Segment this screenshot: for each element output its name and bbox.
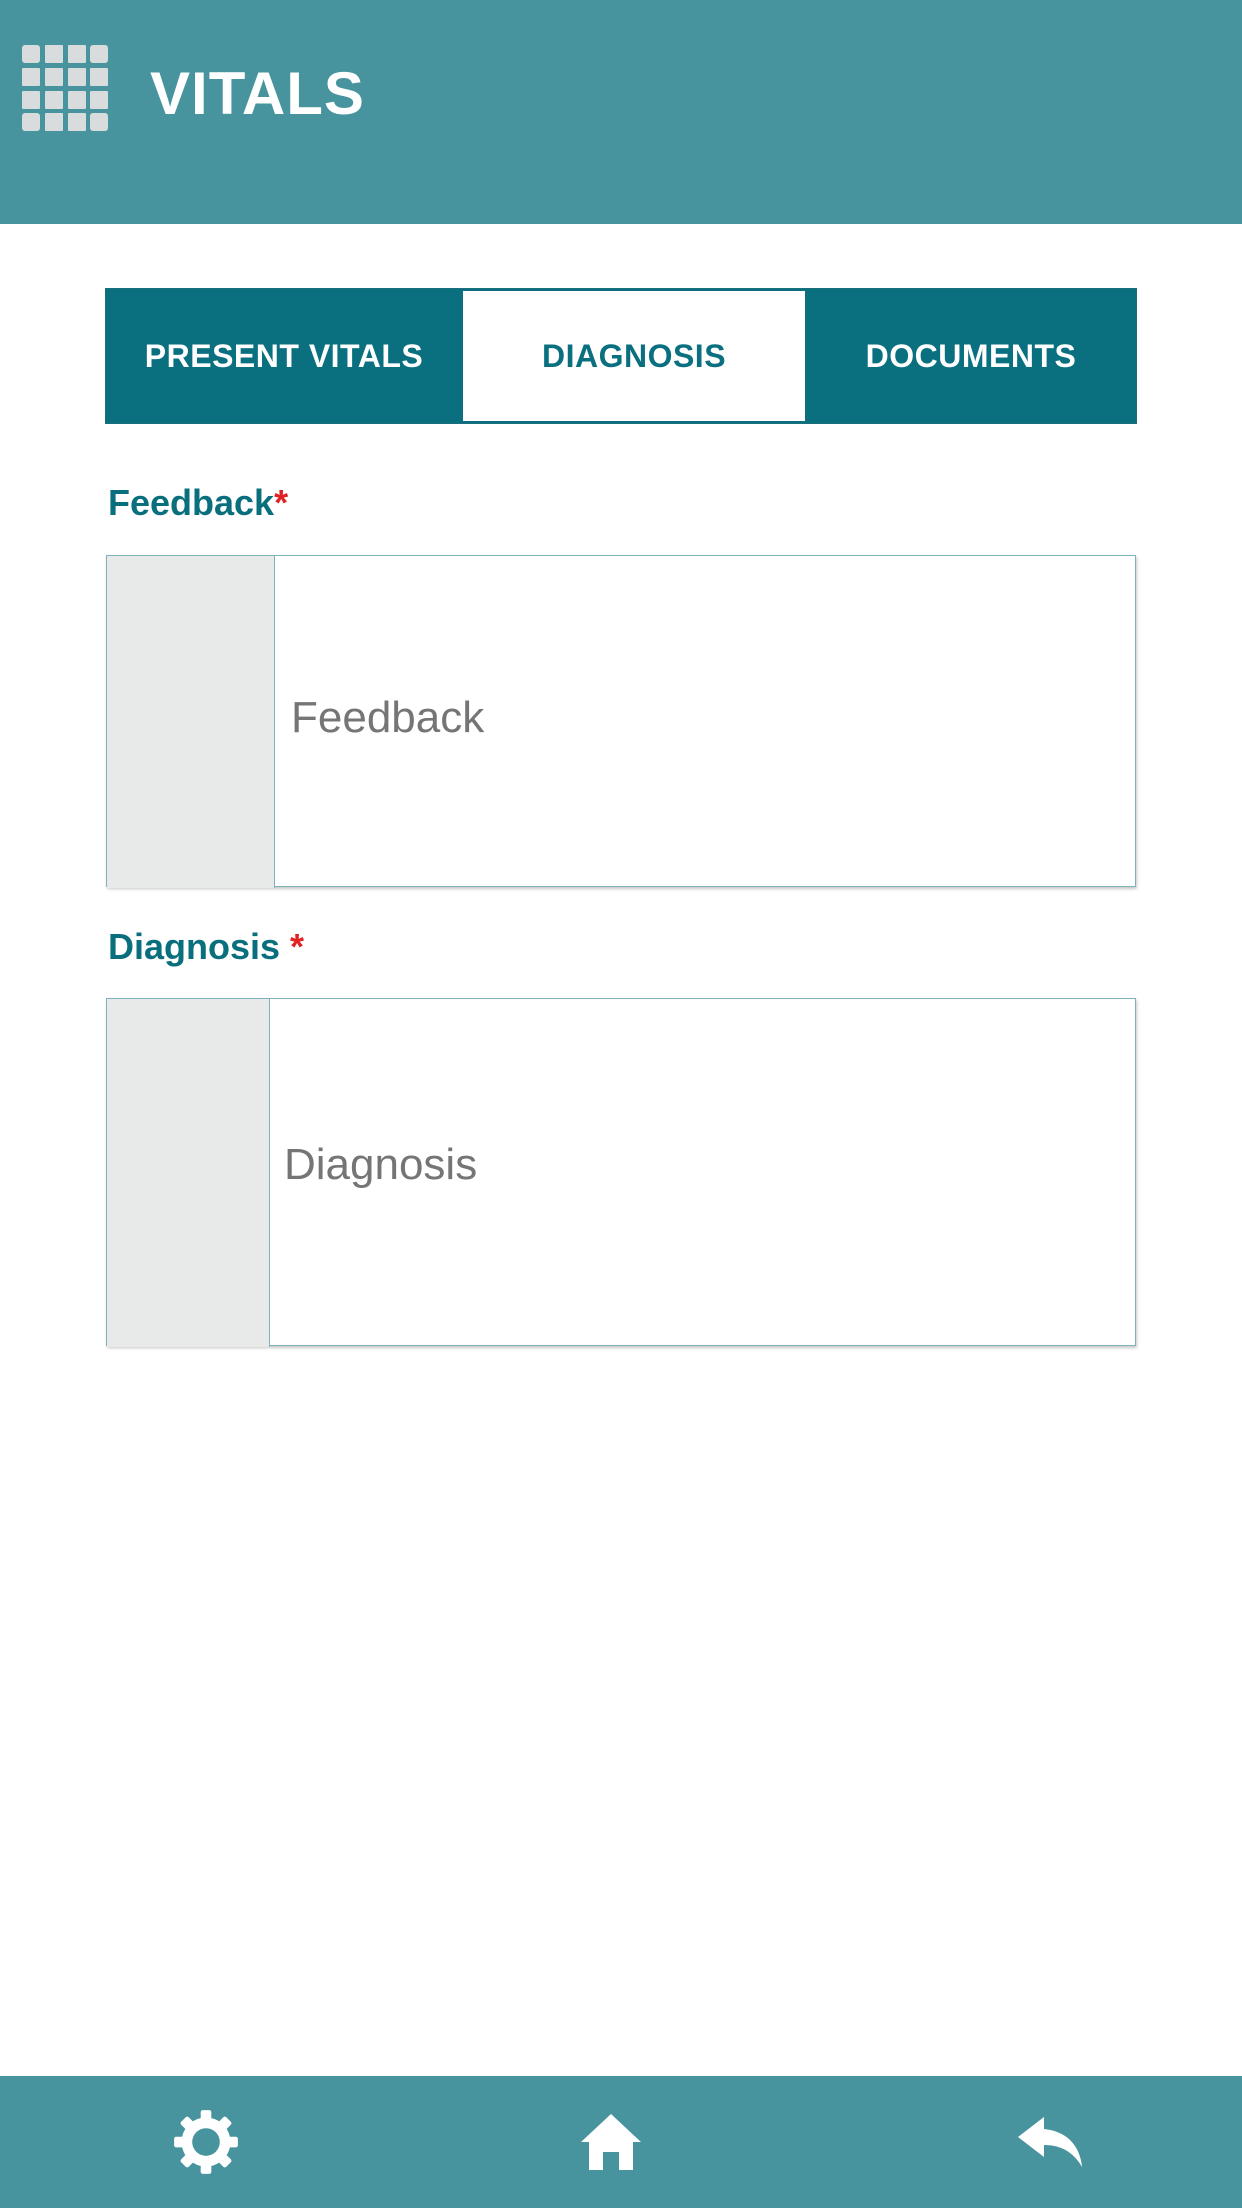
diagnosis-label: Diagnosis *	[108, 925, 304, 969]
grid-menu-icon[interactable]	[22, 45, 108, 131]
diagnosis-field-side-panel	[107, 999, 270, 1347]
diagnosis-label-text: Diagnosis	[108, 926, 291, 967]
reply-back-icon	[1018, 2117, 1082, 2167]
tab-bar: PRESENT VITALS DIAGNOSIS DOCUMENTS	[105, 288, 1137, 424]
tab-documents[interactable]: DOCUMENTS	[806, 289, 1136, 423]
feedback-label-text: Feedback	[108, 482, 275, 523]
diagnosis-input[interactable]	[284, 1139, 1104, 1191]
tab-present-vitals[interactable]: PRESENT VITALS	[106, 289, 462, 423]
diagnosis-field[interactable]	[106, 998, 1136, 1347]
back-button[interactable]	[970, 2076, 1130, 2208]
home-icon	[581, 2114, 641, 2170]
feedback-field-side-panel	[107, 556, 275, 888]
feedback-field[interactable]	[106, 555, 1136, 888]
settings-button[interactable]	[126, 2076, 286, 2208]
feedback-label: Feedback*	[108, 481, 288, 525]
page-title: VITALS	[150, 60, 365, 127]
gear-icon	[174, 2110, 238, 2174]
required-mark: *	[290, 926, 305, 967]
home-button[interactable]	[531, 2076, 691, 2208]
app-header: VITALS	[0, 0, 1242, 224]
required-mark: *	[274, 482, 289, 523]
feedback-input[interactable]	[291, 692, 1111, 744]
bottom-nav-bar	[0, 2076, 1242, 2208]
tab-diagnosis[interactable]: DIAGNOSIS	[463, 291, 805, 421]
